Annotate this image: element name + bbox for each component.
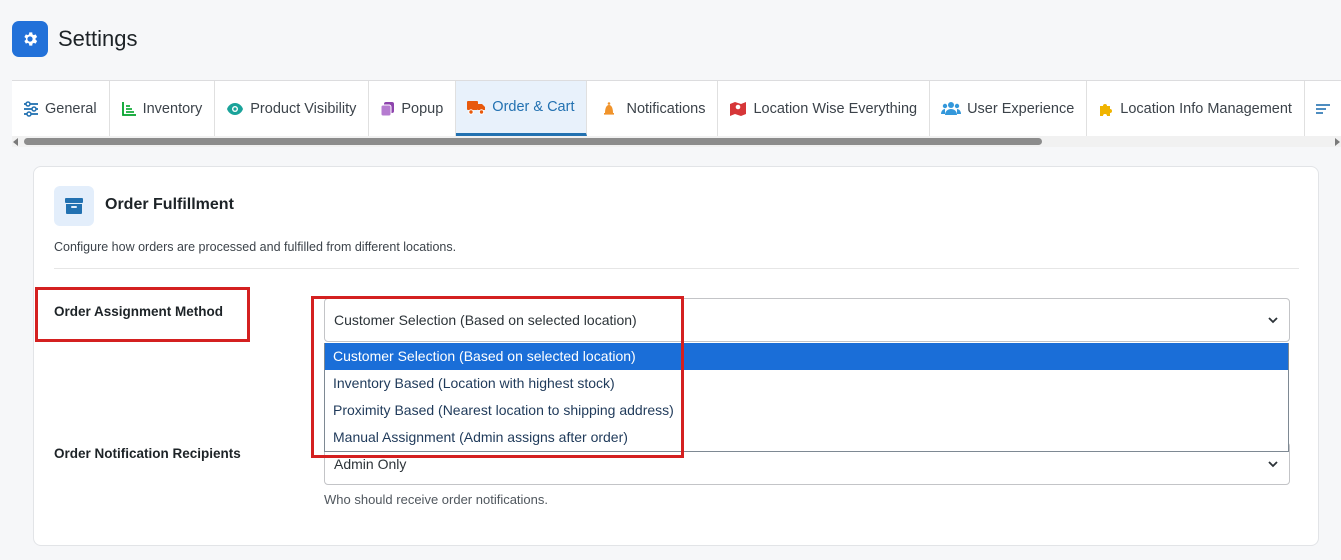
select-value: Customer Selection (Based on selected lo… [334,312,637,328]
settings-tabs: General Inventory Product Visibility Pop… [12,80,1341,147]
order-assignment-select[interactable]: Customer Selection (Based on selected lo… [324,298,1290,342]
tab-notifications[interactable]: Notifications [587,81,719,136]
list-icon [1315,103,1330,114]
chevron-down-icon [1268,317,1278,324]
tab-label: Notifications [626,100,706,117]
tab-order-cart[interactable]: Order & Cart [456,81,588,136]
copy-icon [380,101,395,116]
sliders-icon [24,100,38,117]
scrollbar-thumb[interactable] [24,138,1042,145]
tab-label: User Experience [967,100,1075,117]
tab-label: Location Info Management [1120,100,1292,117]
tab-user-experience[interactable]: User Experience [930,81,1088,136]
bell-icon [604,101,615,115]
tab-more[interactable] [1305,81,1341,136]
gear-icon [12,21,48,57]
option-customer-selection[interactable]: Customer Selection (Based on selected lo… [325,343,1288,370]
option-manual-assignment[interactable]: Manual Assignment (Admin assigns after o… [325,424,1288,451]
order-recipients-label: Order Notification Recipients [54,446,241,461]
chart-icon [121,101,136,116]
tab-label: General [45,100,97,117]
order-assignment-label: Order Assignment Method [54,304,224,319]
truck-icon [467,100,486,115]
recipients-help-text: Who should receive order notifications. [324,492,549,507]
map-icon [730,101,747,116]
chevron-down-icon [1268,461,1278,468]
tab-popup[interactable]: Popup [369,81,457,136]
option-inventory-based[interactable]: Inventory Based (Location with highest s… [325,370,1288,397]
card-title: Order Fulfillment [105,196,234,213]
scroll-left-icon[interactable] [13,138,18,146]
tab-product-visibility[interactable]: Product Visibility [215,81,370,136]
tab-label: Location Wise Everything [753,100,918,117]
eye-icon [227,102,244,115]
tab-label: Inventory [142,100,203,117]
tabs-scrollbar[interactable] [12,136,1341,147]
tab-location-wise-everything[interactable]: Location Wise Everything [718,81,931,136]
page-title: Settings [58,26,138,51]
tab-location-info-management[interactable]: Location Info Management [1087,81,1305,136]
tab-inventory[interactable]: Inventory [110,81,216,136]
page-header: Settings [12,21,138,57]
option-proximity-based[interactable]: Proximity Based (Nearest location to shi… [325,397,1288,424]
order-assignment-options: Customer Selection (Based on selected lo… [324,343,1289,452]
tab-label: Product Visibility [250,100,357,117]
tab-general[interactable]: General [12,81,110,136]
scroll-right-icon[interactable] [1335,138,1340,146]
users-icon [941,102,962,115]
tab-label: Popup [401,100,444,117]
card-description: Configure how orders are processed and f… [54,240,457,254]
puzzle-icon [1100,103,1113,116]
tab-label: Order & Cart [492,99,575,115]
archive-icon [54,186,94,226]
divider [54,268,1299,269]
select-value: Admin Only [334,455,407,472]
